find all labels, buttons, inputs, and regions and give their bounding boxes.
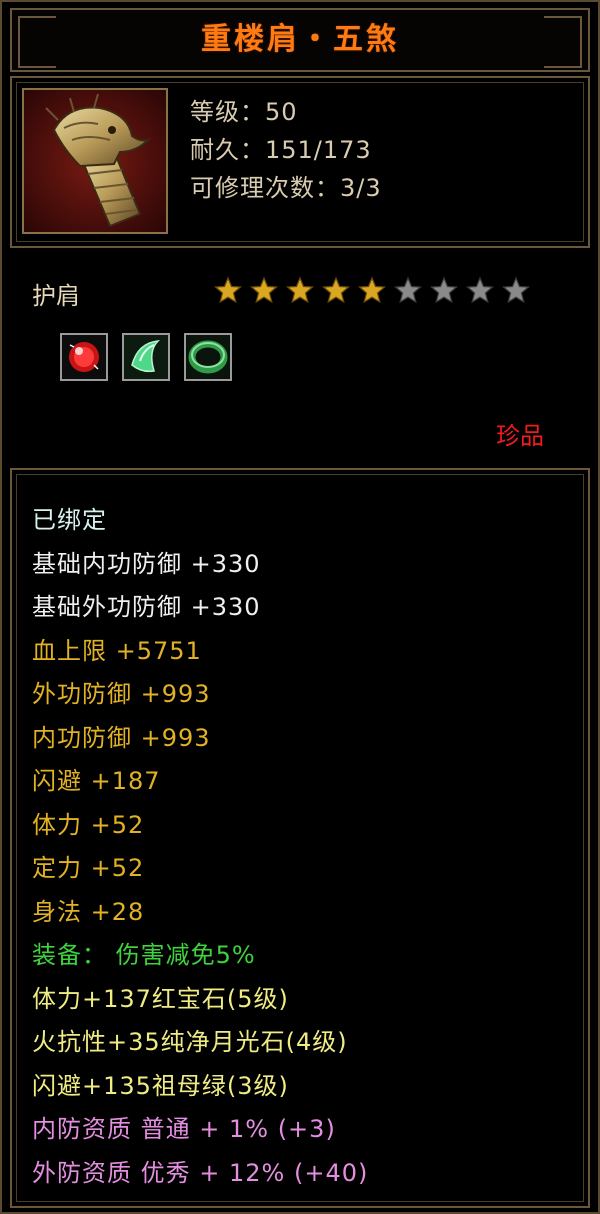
- item-durability: 耐久：151/173: [190, 136, 372, 164]
- attribute-line: 定力 +52: [32, 854, 145, 882]
- star-filled-icon: [249, 276, 279, 304]
- star-filled-icon: [213, 276, 243, 304]
- attribute-line: 基础内功防御 +330: [32, 549, 261, 578]
- star-filled-icon: [321, 276, 351, 304]
- emerald-ring-gem-icon[interactable]: [184, 333, 232, 381]
- star-empty-icon: [465, 276, 495, 304]
- title-bar: 重楼肩・五煞: [10, 8, 590, 72]
- item-level: 等级：50: [190, 98, 298, 126]
- equipment-slot-label: 护肩: [32, 282, 80, 310]
- star-empty-icon: [501, 276, 531, 304]
- item-title: 重楼肩・五煞: [201, 22, 399, 57]
- attribute-line: 已绑定: [32, 506, 107, 534]
- attribute-line: 体力+137红宝石(5级): [32, 984, 289, 1013]
- attribute-line: 体力 +52: [32, 810, 145, 839]
- attribute-line: 外防资质 优秀 + 12% (+40): [32, 1158, 369, 1187]
- star-filled-icon: [357, 276, 387, 304]
- attribute-line: 血上限 +5751: [32, 636, 202, 665]
- rarity-label: 珍品: [496, 422, 544, 450]
- attribute-line: 装备： 伤害减免5%: [32, 941, 256, 969]
- attribute-line: 内防资质 普通 + 1% (+3): [32, 1115, 336, 1143]
- attribute-line: 火抗性+35纯净月光石(4级): [32, 1028, 348, 1056]
- item-tooltip-panel: 重楼肩・五煞 等级：50 耐久：151/173 可修理次数：3/3 护肩 珍品 …: [0, 0, 600, 1214]
- attribute-line: 基础外功防御 +330: [32, 593, 261, 621]
- attribute-line: 闪避 +187: [32, 767, 161, 795]
- dragon-shoulder-armor-icon: [22, 88, 168, 234]
- attribute-line: 外功防御 +993: [32, 680, 211, 708]
- star-filled-icon: [285, 276, 315, 304]
- attribute-line: 身法 +28: [32, 897, 145, 926]
- star-empty-icon: [429, 276, 459, 304]
- moonstone-gem-icon[interactable]: [122, 333, 170, 381]
- attribute-line: 内功防御 +993: [32, 723, 211, 752]
- attribute-line: 闪避+135祖母绿(3级): [32, 1071, 289, 1100]
- item-repair-count: 可修理次数：3/3: [190, 174, 382, 202]
- ruby-gem-icon[interactable]: [60, 333, 108, 381]
- star-empty-icon: [393, 276, 423, 304]
